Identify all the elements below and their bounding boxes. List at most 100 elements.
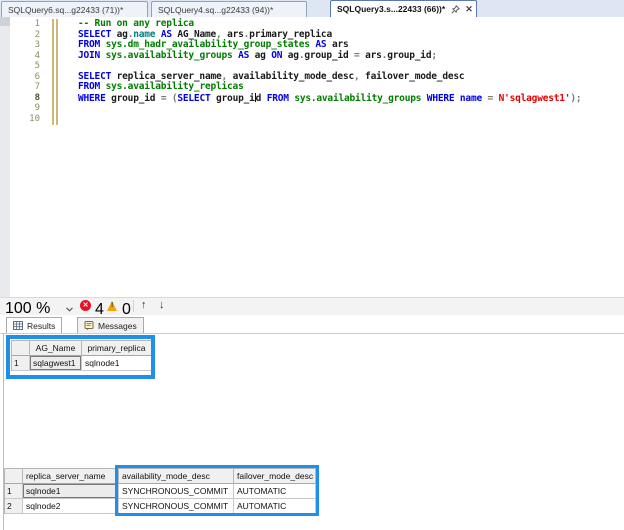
code-token: FROM xyxy=(78,39,106,50)
code-line xyxy=(78,103,618,114)
line-number: 3 xyxy=(12,40,42,51)
line-number: 10 xyxy=(12,114,42,125)
code-token: = ( xyxy=(161,93,178,104)
code-token: name xyxy=(133,29,155,40)
results-grid-ag: AG_Nameprimary_replica1sqlagwest1sqlnode… xyxy=(11,340,152,371)
breakpoint-margin[interactable] xyxy=(0,17,10,297)
grid-row: 1sqlnode1SYNCHRONOUS_COMMITAUTOMATIC xyxy=(5,484,316,499)
chevron-down-icon xyxy=(66,307,73,312)
tab-label: Messages xyxy=(98,321,137,331)
code-line xyxy=(78,114,618,125)
code-token: ag xyxy=(282,50,299,61)
code-token: SELECT xyxy=(78,29,117,40)
code-token: FROM xyxy=(78,81,106,92)
code-token: ars xyxy=(365,50,382,61)
code-token: failover_mode_desc xyxy=(365,71,464,82)
code-token: group_i xyxy=(216,93,255,104)
navigate-up-icon[interactable]: ↑ xyxy=(141,299,147,311)
code-token: group_id xyxy=(387,50,431,61)
code-token: FROM xyxy=(267,93,295,104)
line-number: 5 xyxy=(12,61,42,72)
change-tracking-bar xyxy=(56,19,58,125)
code-token: primary_replica xyxy=(249,29,332,40)
code-token: AS xyxy=(238,50,249,61)
code-token: JOIN xyxy=(78,50,106,61)
code-token: WHERE name xyxy=(427,93,488,104)
tab-label: SQLQuery3.s...22433 (66))* xyxy=(337,4,445,14)
line-number: 1 xyxy=(12,19,42,30)
code-token: AS xyxy=(315,39,326,50)
code-token: ; xyxy=(431,50,437,61)
grid-cell[interactable]: sqlnode1 xyxy=(82,356,152,371)
code-line: JOIN sys.availability_groups AS ag ON ag… xyxy=(78,51,618,62)
code-line: FROM sys.availability_replicas xyxy=(78,82,618,93)
tab-sqlquery6[interactable]: SQLQuery6.sq...g22433 (71))* xyxy=(1,1,148,17)
grid-column-header[interactable]: AG_Name xyxy=(30,341,82,356)
code-token: , xyxy=(354,71,365,82)
grid-cell[interactable]: SYNCHRONOUS_COMMIT xyxy=(119,499,234,514)
line-number: 2 xyxy=(12,30,42,41)
line-number: 7 xyxy=(12,82,42,93)
grid-column-header[interactable]: availability_mode_desc xyxy=(119,469,234,484)
code-token: = xyxy=(354,50,365,61)
tab-sqlquery4[interactable]: SQLQuery4.sq...g22433 (94))* xyxy=(151,1,307,17)
grid-column-header[interactable]: failover_mode_desc xyxy=(234,469,316,484)
grid-cell[interactable]: sqlnode1 xyxy=(23,484,119,499)
code-lines[interactable]: -- Run on any replicaSELECT ag.name AS A… xyxy=(78,19,618,124)
close-icon[interactable]: ✕ xyxy=(465,5,473,14)
code-token: = xyxy=(488,93,499,104)
row-number[interactable]: 2 xyxy=(5,499,23,514)
editor-status-bar xyxy=(0,297,624,315)
grid-cell[interactable]: AUTOMATIC xyxy=(234,499,316,514)
code-token: WHERE xyxy=(78,93,111,104)
status-divider xyxy=(133,300,134,312)
code-token: AG_Name xyxy=(172,29,216,40)
code-token: sys.availability_groups xyxy=(294,93,421,104)
grid-column-header[interactable]: primary_replica xyxy=(82,341,152,356)
code-token: sys.dm_hadr_availability_group_states xyxy=(106,39,310,50)
tab-results[interactable]: Results xyxy=(6,317,62,333)
code-token: replica_server_name xyxy=(117,71,222,82)
code-token: sys.availability_replicas xyxy=(106,81,244,92)
code-token: ag xyxy=(249,50,271,61)
document-tabstrip: SQLQuery6.sq...g22433 (71))* SQLQuery4.s… xyxy=(0,0,624,17)
code-line: WHERE group_id = (SELECT group_id FROM s… xyxy=(78,93,618,104)
grid-row: 2sqlnode2SYNCHRONOUS_COMMITAUTOMATIC xyxy=(5,499,316,514)
code-token: , xyxy=(216,29,227,40)
grid-header-row: AG_Nameprimary_replica xyxy=(12,341,152,356)
pin-icon[interactable] xyxy=(451,5,460,14)
code-token: ); xyxy=(570,93,581,104)
grid-cell[interactable]: AUTOMATIC xyxy=(234,484,316,499)
grid-column-header[interactable]: replica_server_name xyxy=(23,469,119,484)
row-number[interactable]: 1 xyxy=(12,356,30,371)
grid-corner[interactable] xyxy=(5,469,23,484)
grid-cell[interactable]: SYNCHRONOUS_COMMIT xyxy=(119,484,234,499)
code-token: ars xyxy=(227,29,244,40)
grid-corner[interactable] xyxy=(12,341,30,356)
tab-messages[interactable]: Messages xyxy=(77,317,144,333)
grid-cell[interactable]: sqlnode2 xyxy=(23,499,119,514)
tab-label: Results xyxy=(27,321,55,331)
code-token: AS xyxy=(161,29,172,40)
code-token: ag xyxy=(117,29,128,40)
code-token: , xyxy=(222,71,233,82)
error-icon[interactable]: ✕ xyxy=(80,300,91,311)
code-token: group_id xyxy=(304,50,354,61)
results-grid-replicas: replica_server_nameavailability_mode_des… xyxy=(4,468,316,514)
margin-notch xyxy=(0,17,10,26)
code-token: ars xyxy=(326,39,348,50)
tab-sqlquery3[interactable]: SQLQuery3.s...22433 (66))* ✕ xyxy=(330,0,477,17)
line-number: 9 xyxy=(12,103,42,114)
warning-exclamation: ! xyxy=(111,302,113,309)
code-token: -- Run on any replica xyxy=(78,18,194,29)
code-token: d xyxy=(256,93,267,104)
results-tab-underline xyxy=(0,333,624,334)
navigate-down-icon[interactable]: ↓ xyxy=(159,299,165,311)
code-token: sys.availability_groups xyxy=(106,50,233,61)
row-number[interactable]: 1 xyxy=(5,484,23,499)
grid-row: 1sqlagwest1sqlnode1 xyxy=(12,356,152,371)
code-token: group_id xyxy=(111,93,161,104)
line-number: 8 xyxy=(12,93,42,104)
grid-cell[interactable]: sqlagwest1 xyxy=(30,356,82,371)
line-number-gutter: 12345678910 xyxy=(12,19,42,124)
